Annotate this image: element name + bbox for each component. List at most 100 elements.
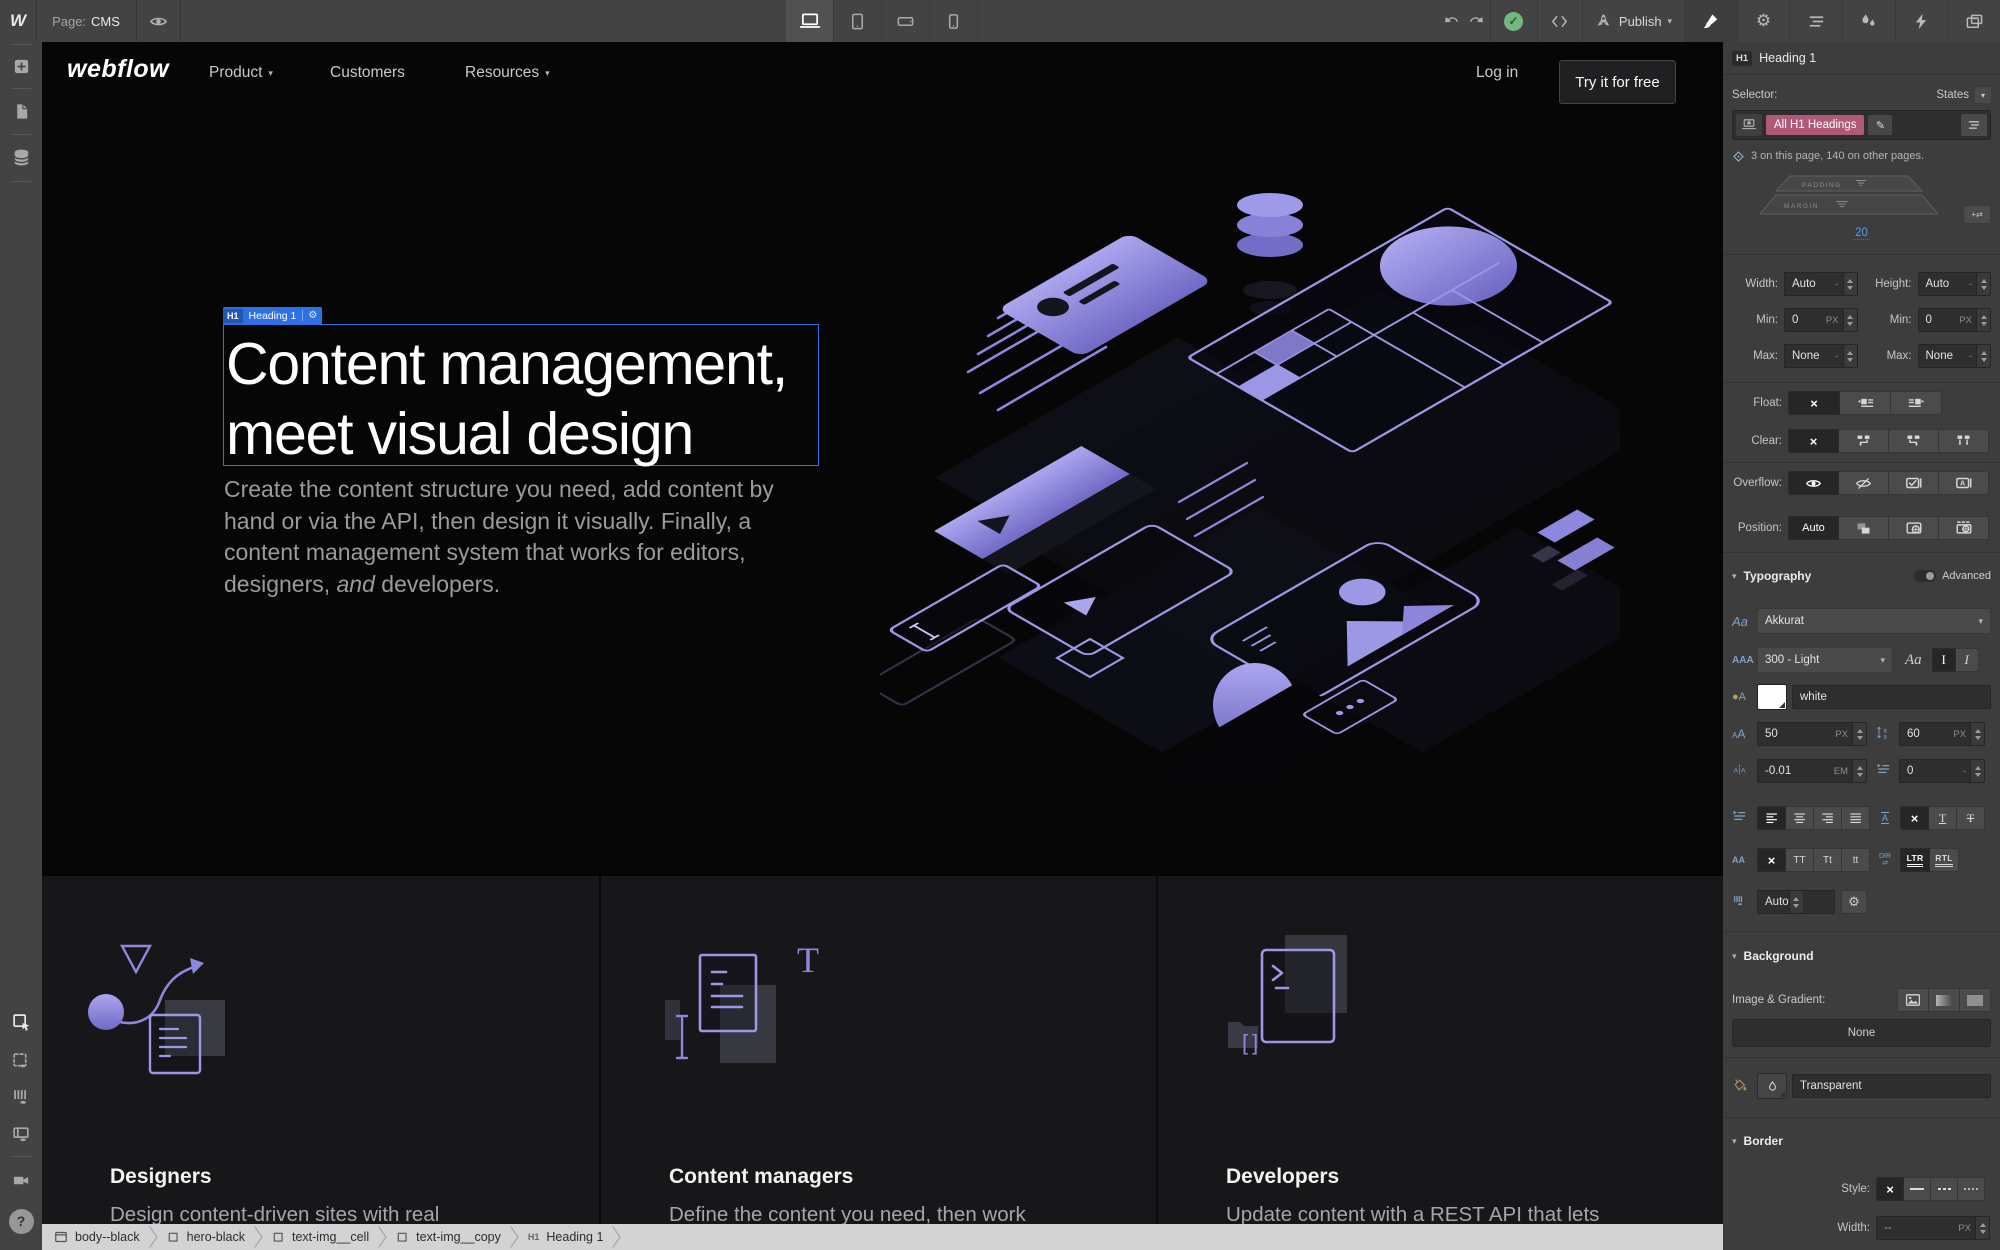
overflow-scroll-button[interactable] (1888, 471, 1939, 495)
min-width-input[interactable]: 0 PX (1784, 308, 1858, 332)
clear-none-button[interactable]: × (1788, 429, 1839, 453)
position-absolute-button[interactable] (1888, 516, 1939, 540)
direction-rtl-button[interactable]: RTL (1929, 848, 1959, 872)
device-phone-landscape-tab[interactable] (882, 0, 930, 42)
clear-left-button[interactable] (1838, 429, 1889, 453)
max-height-input[interactable]: None - (1917, 344, 1991, 368)
bg-gradient-button[interactable] (1928, 988, 1960, 1012)
float-right-button[interactable] (1890, 391, 1942, 415)
bg-color-swatch[interactable] (1757, 1073, 1787, 1099)
preview-button[interactable] (136, 0, 181, 42)
publish-button[interactable]: Publish ▾ (1582, 0, 1685, 42)
hero-heading[interactable]: Content management, meet visual design (226, 329, 788, 469)
caps-none-button[interactable]: × (1757, 848, 1786, 872)
selector-field[interactable]: All H1 Headings ✎ (1732, 110, 1991, 140)
spacing-box-model[interactable]: PADDING MARGIN (1732, 174, 1973, 222)
stepper[interactable] (1970, 760, 1984, 782)
spacing-expand-button[interactable]: +⇄ (1963, 205, 1991, 224)
position-fixed-button[interactable] (1938, 516, 1989, 540)
nav-link-product[interactable]: Product ▾ (209, 64, 273, 82)
font-color-swatch[interactable] (1757, 684, 1787, 710)
bg-image-button[interactable] (1897, 988, 1929, 1012)
device-tablet-tab[interactable] (834, 0, 882, 42)
clear-right-button[interactable] (1888, 429, 1939, 453)
stepper[interactable] (1976, 273, 1990, 295)
gear-icon[interactable]: ⚙ (303, 310, 322, 321)
font-family-select[interactable]: Akkurat ▾ (1757, 608, 1991, 634)
tab-symbols[interactable] (1842, 0, 1895, 42)
hero-paragraph[interactable]: Create the content structure you need, a… (224, 474, 820, 600)
align-justify-button[interactable] (1841, 806, 1870, 830)
show-guides-button[interactable] (0, 1081, 42, 1113)
bg-solid-button[interactable] (1959, 988, 1991, 1012)
breadcrumb-item-cell[interactable]: text-img__cell (272, 1230, 369, 1244)
nav-login-link[interactable]: Log in (1476, 64, 1518, 82)
tab-style-manager[interactable] (1789, 0, 1842, 42)
letter-spacing-input[interactable]: -0.01 EM (1757, 759, 1867, 783)
stepper[interactable] (1852, 760, 1866, 782)
pages-button[interactable] (0, 95, 42, 127)
width-input[interactable]: Auto - (1784, 272, 1858, 296)
redo-button[interactable] (1467, 0, 1484, 42)
align-right-button[interactable] (1813, 806, 1842, 830)
nav-link-resources[interactable]: Resources ▾ (465, 64, 550, 82)
overflow-hidden-button[interactable] (1838, 471, 1889, 495)
bg-image-value[interactable]: None (1732, 1019, 1991, 1047)
position-auto-button[interactable]: Auto (1788, 516, 1839, 540)
save-status-button[interactable]: ✓ (1490, 0, 1538, 42)
tab-interactions[interactable] (1894, 0, 1948, 42)
nav-link-customers[interactable]: Customers (330, 64, 405, 82)
class-chip[interactable]: All H1 Headings (1766, 115, 1865, 135)
direction-ltr-button[interactable]: LTR (1900, 848, 1930, 872)
font-size-input[interactable]: 50 PX (1757, 722, 1867, 746)
edit-class-button[interactable]: ✎ (1868, 115, 1893, 135)
device-desktop-tab[interactable] (786, 0, 834, 42)
breadcrumb-item-heading[interactable]: H1 Heading 1 (528, 1230, 604, 1244)
video-tutorials-button[interactable] (0, 1164, 42, 1196)
font-color-input[interactable]: white (1792, 685, 1991, 709)
webflow-menu-button[interactable]: W (0, 0, 37, 42)
caps-capitalize-button[interactable]: Tt (1813, 848, 1842, 872)
overflow-visible-button[interactable] (1788, 471, 1839, 495)
decoration-strikethrough-button[interactable]: T (1956, 806, 1985, 830)
caps-uppercase-button[interactable]: TT (1785, 848, 1814, 872)
text-indent-input[interactable]: 0- (1899, 759, 1985, 783)
cms-collections-button[interactable] (0, 141, 42, 173)
border-style-dotted-button[interactable] (1957, 1177, 1985, 1201)
try-free-button[interactable]: Try it for free (1559, 60, 1676, 104)
clear-both-button[interactable] (1938, 429, 1989, 453)
border-style-dashed-button[interactable] (1930, 1177, 1958, 1201)
overflow-auto-button[interactable] (1938, 471, 1989, 495)
align-left-button[interactable] (1757, 806, 1786, 830)
stepper[interactable] (1788, 891, 1803, 913)
border-style-solid-button[interactable] (1903, 1177, 1931, 1201)
stepper[interactable] (1842, 273, 1857, 295)
stepper[interactable] (1976, 345, 1990, 367)
breadcrumb-item-body[interactable]: body--black (54, 1230, 140, 1244)
select-mode-button[interactable] (0, 1006, 42, 1038)
breadcrumb-item-hero[interactable]: hero-black (167, 1230, 245, 1244)
background-header[interactable]: ▾ Background (1732, 946, 1991, 966)
border-header[interactable]: ▾ Border (1732, 1131, 1991, 1151)
italic-on-button[interactable]: I (1954, 648, 1979, 672)
bg-color-input[interactable]: Transparent (1792, 1074, 1991, 1098)
position-relative-button[interactable] (1838, 516, 1889, 540)
stepper[interactable] (1852, 723, 1866, 745)
decoration-none-button[interactable]: × (1900, 806, 1929, 830)
stepper[interactable] (1975, 1217, 1989, 1239)
device-phone-portrait-tab[interactable] (930, 0, 978, 42)
xray-mode-button[interactable] (0, 1045, 42, 1077)
typography-header[interactable]: ▾ Typography Advanced (1732, 566, 1991, 586)
breakpoint-indicator-button[interactable] (1736, 114, 1762, 136)
columns-settings-button[interactable]: ⚙ (1841, 890, 1867, 914)
border-style-none-button[interactable]: × (1876, 1177, 1904, 1201)
help-button[interactable]: ? (0, 1205, 42, 1237)
breadcrumb-item-copy[interactable]: text-img__copy (396, 1230, 501, 1244)
stepper[interactable] (1842, 309, 1857, 331)
min-height-input[interactable]: 0 PX (1917, 308, 1991, 332)
add-elements-button[interactable] (0, 50, 42, 82)
max-width-input[interactable]: None - (1784, 344, 1858, 368)
undo-button[interactable] (1444, 0, 1461, 42)
border-width-input[interactable]: -- PX (1876, 1216, 1990, 1240)
advanced-toggle[interactable]: Advanced (1914, 570, 1991, 582)
